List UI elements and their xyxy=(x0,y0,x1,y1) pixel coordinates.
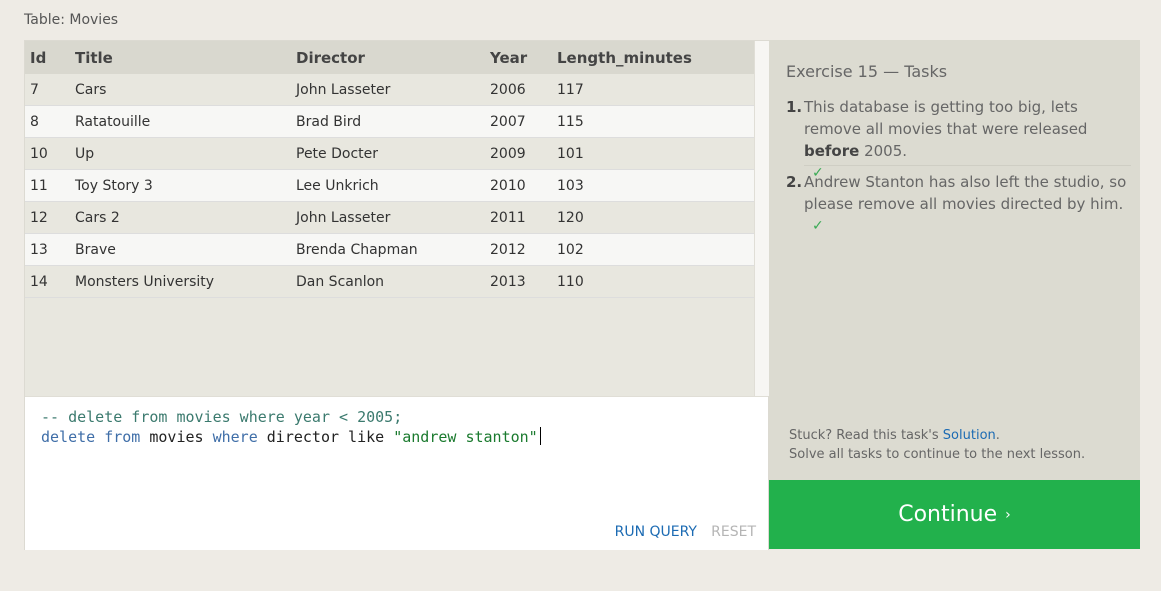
cell-title: Up xyxy=(75,137,296,170)
workspace: Id Title Director Year Length_minutes 7 … xyxy=(24,40,769,550)
task-text-part: This database is getting too big, lets r… xyxy=(804,98,1088,138)
table-row: 8 Ratatouille Brad Bird 2007 115 xyxy=(25,105,754,138)
cell-title: Cars 2 xyxy=(75,201,296,234)
task-text: This database is getting too big, lets r… xyxy=(804,96,1131,162)
task-text: Andrew Stanton has also left the studio,… xyxy=(804,173,1127,213)
continue-label: Continue xyxy=(898,502,998,527)
cell-year: 2010 xyxy=(490,169,557,202)
cell-title: Toy Story 3 xyxy=(75,169,296,202)
table-header-row: Id Title Director Year Length_minutes xyxy=(25,41,754,74)
cell-director: John Lasseter xyxy=(296,201,490,234)
cell-director: Brenda Chapman xyxy=(296,233,490,266)
cell-year: 2006 xyxy=(490,74,557,106)
cell-id: 7 xyxy=(25,74,75,106)
reset-button[interactable]: RESET xyxy=(711,524,756,540)
cell-title: Monsters University xyxy=(75,265,296,298)
table-row: 7 Cars John Lasseter 2006 117 xyxy=(25,74,754,106)
cell-year: 2009 xyxy=(490,137,557,170)
code-text: director like xyxy=(266,428,385,446)
column-header-length: Length_minutes xyxy=(557,41,754,74)
results-scrollbar[interactable] xyxy=(754,41,769,396)
code-string: "andrew stanton" xyxy=(393,428,538,446)
cell-length: 103 xyxy=(557,169,754,202)
cell-length: 120 xyxy=(557,201,754,234)
help-suffix: . xyxy=(995,428,1000,443)
tasks-title: Exercise 15 — Tasks xyxy=(786,62,948,81)
table-caption: Table: Movies xyxy=(24,12,119,28)
cell-title: Brave xyxy=(75,233,296,266)
cell-director: Brad Bird xyxy=(296,105,490,138)
cell-length: 117 xyxy=(557,74,754,106)
text-cursor xyxy=(539,427,541,445)
table-row: 12 Cars 2 John Lasseter 2011 120 xyxy=(25,201,754,234)
cell-id: 14 xyxy=(25,265,75,298)
cell-id: 11 xyxy=(25,169,75,202)
code-keyword: delete xyxy=(41,428,96,446)
cell-length: 101 xyxy=(557,137,754,170)
cell-year: 2007 xyxy=(490,105,557,138)
code-comment-line: -- delete from movies where year < 2005; xyxy=(41,408,403,426)
code-keyword: from xyxy=(104,428,141,446)
cell-length: 110 xyxy=(557,265,754,298)
cell-director: Lee Unkrich xyxy=(296,169,490,202)
cell-length: 102 xyxy=(557,233,754,266)
cell-title: Cars xyxy=(75,74,296,106)
continue-button[interactable]: Continue › xyxy=(769,480,1140,549)
column-header-year: Year xyxy=(490,41,557,74)
cell-year: 2012 xyxy=(490,233,557,266)
cell-director: Dan Scanlon xyxy=(296,265,490,298)
cell-director: Pete Docter xyxy=(296,137,490,170)
task-divider xyxy=(804,165,1131,166)
table-row: 10 Up Pete Docter 2009 101 xyxy=(25,137,754,170)
solution-link[interactable]: Solution xyxy=(943,428,996,443)
task-number: 2. xyxy=(786,173,803,191)
code-keyword: where xyxy=(212,428,258,446)
help-line-2: Solve all tasks to continue to the next … xyxy=(789,447,1086,462)
chevron-right-icon: › xyxy=(1005,506,1011,523)
cell-length: 115 xyxy=(557,105,754,138)
cell-id: 10 xyxy=(25,137,75,170)
column-header-id: Id xyxy=(25,41,75,74)
check-icon: ✓ xyxy=(812,218,824,234)
results-table-area: Id Title Director Year Length_minutes 7 … xyxy=(25,41,754,396)
cell-id: 13 xyxy=(25,233,75,266)
task-text-part: 2005. xyxy=(859,142,908,160)
help-text: Stuck? Read this task's Solution. Solve … xyxy=(789,426,1085,464)
table-row: 14 Monsters University Dan Scanlon 2013 … xyxy=(25,265,754,298)
cell-id: 8 xyxy=(25,105,75,138)
column-header-title: Title xyxy=(75,41,296,74)
help-line-1: Stuck? Read this task's Solution. xyxy=(789,426,1085,445)
sql-code[interactable]: -- delete from movies where year < 2005;… xyxy=(41,407,541,447)
column-header-director: Director xyxy=(296,41,490,74)
cell-id: 12 xyxy=(25,201,75,234)
code-text: movies xyxy=(149,428,204,446)
cell-title: Ratatouille xyxy=(75,105,296,138)
movies-table: Id Title Director Year Length_minutes 7 … xyxy=(25,41,754,298)
tasks-panel: Exercise 15 — Tasks 1. This database is … xyxy=(769,40,1140,480)
table-row: 13 Brave Brenda Chapman 2012 102 xyxy=(25,233,754,266)
task-text-bold: before xyxy=(804,142,860,160)
task-number: 1. xyxy=(786,98,803,116)
cell-year: 2013 xyxy=(490,265,557,298)
table-row: 11 Toy Story 3 Lee Unkrich 2010 103 xyxy=(25,169,754,202)
help-prefix: Stuck? Read this task's xyxy=(789,428,943,443)
sql-editor[interactable]: -- delete from movies where year < 2005;… xyxy=(25,396,768,550)
cell-director: John Lasseter xyxy=(296,74,490,106)
run-query-button[interactable]: RUN QUERY xyxy=(615,524,697,540)
cell-year: 2011 xyxy=(490,201,557,234)
task-item: 2. Andrew Stanton has also left the stud… xyxy=(786,171,1131,237)
